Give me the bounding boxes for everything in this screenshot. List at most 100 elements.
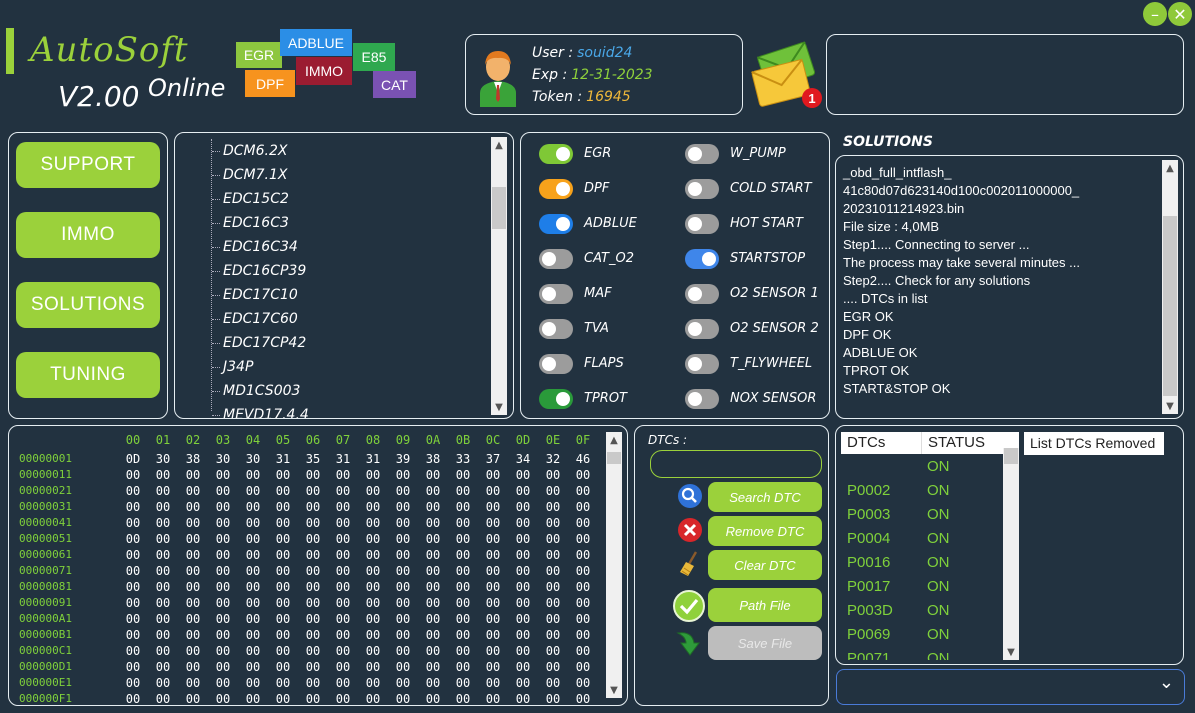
toggle-label: COLD START	[730, 181, 812, 196]
hex-byte: 00	[185, 628, 201, 642]
scroll-thumb[interactable]	[492, 187, 506, 229]
tuning-button[interactable]: TUNING	[16, 352, 160, 398]
toggle-tva[interactable]	[539, 319, 573, 339]
scroll-up-icon[interactable]: ▲	[1162, 160, 1178, 176]
mail-badge: 1	[802, 88, 822, 108]
ecu-list-item[interactable]: J34P	[212, 355, 309, 379]
immo-button[interactable]: IMMO	[16, 212, 160, 258]
scroll-down-icon[interactable]: ▼	[491, 399, 507, 415]
tree-branch	[212, 151, 220, 152]
hex-column-label: 0C	[485, 433, 501, 447]
hex-byte: 00	[185, 484, 201, 498]
hex-byte: 00	[245, 628, 261, 642]
solutions-button[interactable]: SOLUTIONS	[16, 282, 160, 328]
dtc-code[interactable]: P0002	[847, 482, 890, 499]
save-file-button[interactable]: Save File	[708, 626, 822, 660]
ecu-list-item[interactable]: EDC17C10	[212, 283, 309, 307]
support-button[interactable]: SUPPORT	[16, 142, 160, 188]
toggle-knob	[688, 287, 702, 301]
hex-row: 000000C1 00 00 00 00 00 00 00 00 00 00 00 00 00 00 00 00	[19, 643, 598, 659]
toggle-o2-sensor-1[interactable]	[685, 284, 719, 304]
hex-byte: 00	[545, 660, 561, 674]
hex-address: 00000051	[19, 532, 72, 545]
search-dtc-button[interactable]: Search DTC	[708, 482, 822, 512]
scroll-down-icon[interactable]: ▼	[1162, 398, 1178, 414]
dtc-code[interactable]: P0071	[847, 650, 890, 660]
ecu-list-item[interactable]: EDC16CP39	[212, 259, 309, 283]
toggle-knob	[688, 322, 702, 336]
remove-dtc-button[interactable]: Remove DTC	[708, 516, 822, 546]
dtc-code[interactable]: P0004	[847, 530, 890, 547]
dtc-code[interactable]: P0069	[847, 626, 890, 643]
ecu-list-item[interactable]: MEVD17.4.4	[212, 403, 309, 418]
dropdown-select[interactable]: ⌄	[836, 669, 1185, 705]
minimize-button[interactable]: –	[1143, 2, 1167, 26]
scroll-up-icon[interactable]: ▲	[606, 432, 622, 448]
scroll-thumb[interactable]	[1163, 216, 1177, 396]
dtc-table-scrollbar[interactable]: ▼	[1003, 432, 1019, 660]
hex-byte: 00	[335, 516, 351, 530]
hex-byte: 00	[185, 548, 201, 562]
toggle-w-pump[interactable]	[685, 144, 719, 164]
clear-dtc-button[interactable]: Clear DTC	[708, 550, 822, 580]
ecu-list-item[interactable]: EDC16C3	[212, 211, 309, 235]
app-version: V2.00	[58, 80, 140, 113]
scroll-thumb[interactable]	[607, 452, 621, 464]
scroll-down-icon[interactable]: ▼	[1003, 644, 1019, 660]
toggle-cold-start[interactable]	[685, 179, 719, 199]
dtc-input[interactable]	[650, 450, 822, 478]
toggle-hot-start[interactable]	[685, 214, 719, 234]
mail-button[interactable]: 1	[750, 38, 824, 112]
ecu-list-item[interactable]: EDC15C2	[212, 187, 309, 211]
toggle-maf[interactable]	[539, 284, 573, 304]
dtc-code[interactable]: P0016	[847, 554, 890, 571]
ecu-list-item[interactable]: DCM6.2X	[212, 139, 309, 163]
ecu-list-item[interactable]: DCM7.1X	[212, 163, 309, 187]
toggle-nox-sensor[interactable]	[685, 389, 719, 409]
dtc-code[interactable]: P003D	[847, 602, 893, 619]
ecu-list-item-label: EDC16CP39	[223, 263, 307, 279]
hex-byte: 00	[425, 612, 441, 626]
tree-branch	[212, 391, 220, 392]
dtc-code[interactable]: P0017	[847, 578, 890, 595]
hex-byte: 00	[365, 612, 381, 626]
scroll-up-icon[interactable]	[1003, 432, 1019, 448]
toggle-egr[interactable]	[539, 144, 573, 164]
toggle-o2-sensor-2[interactable]	[685, 319, 719, 339]
close-button[interactable]: ✕	[1168, 2, 1192, 26]
toggle-flaps[interactable]	[539, 354, 573, 374]
hex-byte: 31	[365, 452, 381, 466]
solutions-scrollbar[interactable]: ▲ ▼	[1162, 160, 1178, 414]
toggle-startstop[interactable]	[685, 249, 719, 269]
ecu-list-item[interactable]: MD1CS003	[212, 379, 309, 403]
hex-byte: 00	[395, 484, 411, 498]
log-line: .... DTCs in list	[843, 291, 928, 306]
chevron-down-icon[interactable]: ⌄	[1159, 672, 1174, 693]
hex-scrollbar[interactable]: ▲ ▼	[606, 432, 622, 698]
dtc-code[interactable]: P0003	[847, 506, 890, 523]
ecu-list-item[interactable]: EDC16C34	[212, 235, 309, 259]
hex-view[interactable]: 00000001 0D 30 38 30 30 31 35 31 31 39 38 33 37 34 32 46…	[9, 451, 607, 705]
ecu-list-item-label: DCM6.2X	[223, 143, 288, 159]
toggle-dpf[interactable]	[539, 179, 573, 199]
toggle-adblue[interactable]	[539, 214, 573, 234]
tree-branch	[212, 271, 220, 272]
log-line: START&STOP OK	[843, 381, 951, 396]
toggle-cat-o2[interactable]	[539, 249, 573, 269]
path-file-button[interactable]: Path File	[708, 588, 822, 622]
ecu-list-item[interactable]: EDC17CP42	[212, 331, 309, 355]
toggle-t-flywheel[interactable]	[685, 354, 719, 374]
hex-byte: 00	[455, 660, 471, 674]
ecu-list-scrollbar[interactable]: ▲ ▼	[491, 137, 507, 415]
hex-byte: 00	[245, 532, 261, 546]
scroll-down-icon[interactable]: ▼	[606, 682, 622, 698]
hex-byte: 00	[215, 532, 231, 546]
toggle-tprot[interactable]	[539, 389, 573, 409]
scroll-thumb[interactable]	[1004, 448, 1018, 464]
log-line: EGR OK	[843, 309, 894, 324]
hex-byte: 00	[335, 484, 351, 498]
scroll-up-icon[interactable]: ▲	[491, 137, 507, 153]
hex-column-label: 03	[215, 433, 231, 447]
ecu-list-item-label: EDC16C34	[223, 239, 298, 255]
ecu-list-item[interactable]: EDC17C60	[212, 307, 309, 331]
